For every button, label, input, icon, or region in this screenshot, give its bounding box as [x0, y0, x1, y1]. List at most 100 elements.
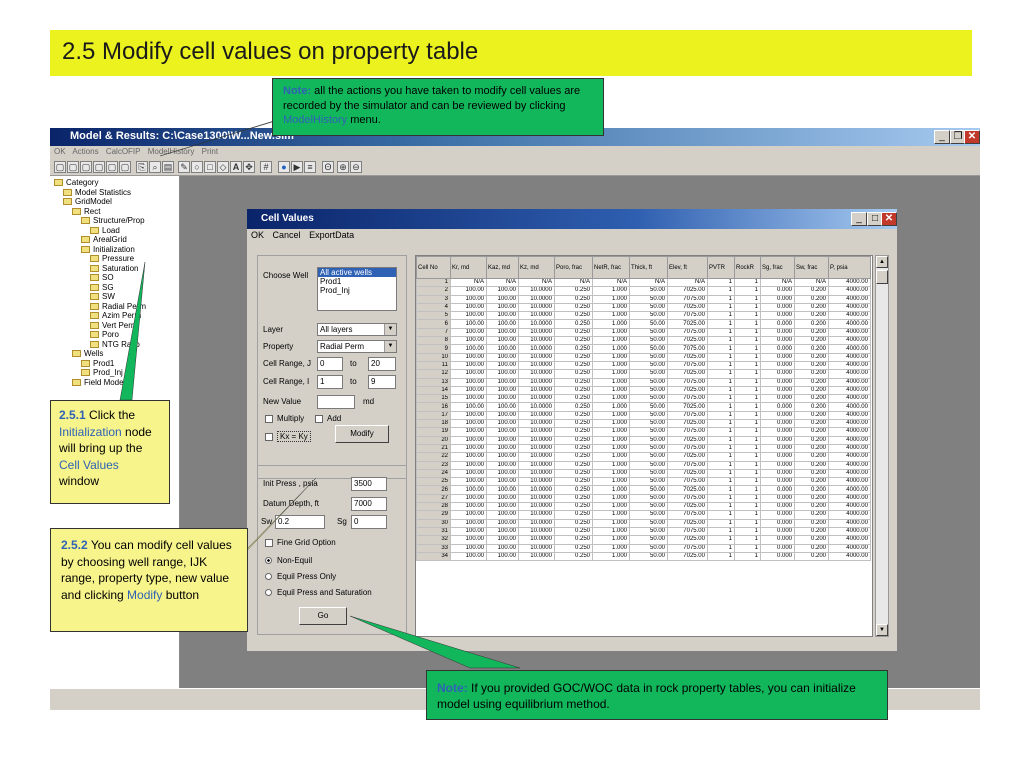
- grid-cell[interactable]: 4000.00: [828, 452, 871, 462]
- grid-column-header[interactable]: Kr, md: [450, 256, 487, 279]
- grid-cell[interactable]: 10.0000: [518, 477, 555, 487]
- grid-cell[interactable]: 50.00: [629, 286, 668, 296]
- grid-cell[interactable]: 7025.00: [667, 535, 708, 545]
- non-equil-radio[interactable]: [265, 557, 272, 564]
- grid-cell[interactable]: 0.250: [554, 352, 593, 362]
- grid-cell[interactable]: 0.200: [794, 327, 829, 338]
- grid-cell[interactable]: N/A: [486, 277, 519, 288]
- grid-cell[interactable]: 1.000: [592, 327, 630, 338]
- grid-cell[interactable]: 0.200: [794, 402, 829, 412]
- grid-cell[interactable]: N/A: [667, 277, 708, 288]
- grid-cell[interactable]: 1.000: [592, 501, 630, 512]
- grid-cell[interactable]: 0.000: [760, 302, 795, 313]
- range-j-to-input[interactable]: 20: [368, 357, 396, 371]
- grid-cell[interactable]: 4000.00: [828, 402, 871, 412]
- grid-cell[interactable]: 1.000: [592, 452, 630, 462]
- grid-cell[interactable]: 1.000: [592, 468, 630, 479]
- grid-row[interactable]: 27 100.00 100.00 10.0000 0.250 1.000 50.00 7075…: [416, 493, 871, 504]
- grid-cell[interactable]: 100.00: [486, 510, 519, 520]
- grid-cell[interactable]: 7025.00: [667, 468, 708, 479]
- grid-cell[interactable]: 0.000: [760, 360, 795, 371]
- grid-cell[interactable]: 0.250: [554, 344, 593, 354]
- range-i-from-input[interactable]: 1: [317, 375, 343, 389]
- grid-cell[interactable]: 100.00: [486, 294, 519, 304]
- grid-row[interactable]: 2 100.00 100.00 10.0000 0.250 1.000 50.00 7025.…: [416, 286, 871, 296]
- grid-cell[interactable]: 0.200: [794, 294, 829, 304]
- grid-cell[interactable]: 0.250: [554, 443, 593, 454]
- grid-cell[interactable]: 1: [734, 485, 761, 495]
- tree-node[interactable]: Prod1: [81, 359, 114, 368]
- grid-cell[interactable]: 1: [734, 443, 761, 454]
- grid-cell[interactable]: 1: [734, 344, 761, 354]
- grid-column-header[interactable]: P, psia: [828, 256, 871, 279]
- grid-cell[interactable]: 0.000: [760, 336, 795, 346]
- grid-cell[interactable]: 4000.00: [828, 336, 871, 346]
- grid-cell[interactable]: 1: [707, 452, 735, 462]
- grid-cell[interactable]: 1: [734, 402, 761, 412]
- grid-cell[interactable]: 4000.00: [828, 485, 871, 495]
- grid-cell[interactable]: 0.000: [760, 468, 795, 479]
- grid-cell[interactable]: 10.0000: [518, 402, 555, 412]
- grid-cell[interactable]: 100.00: [450, 452, 487, 462]
- grid-cell[interactable]: 7075.00: [667, 460, 708, 470]
- grid-cell[interactable]: 0.250: [554, 327, 593, 338]
- grid-row[interactable]: 23 100.00 100.00 10.0000 0.250 1.000 50.00 7075…: [416, 460, 871, 470]
- grid-cell[interactable]: 10.0000: [518, 344, 555, 354]
- grid-cell[interactable]: 1: [707, 360, 735, 371]
- grid-cell[interactable]: 0.250: [554, 286, 593, 296]
- grid-cell[interactable]: 4000.00: [828, 344, 871, 354]
- grid-cell[interactable]: 100.00: [450, 394, 487, 404]
- grid-cell[interactable]: 1: [734, 510, 761, 520]
- well-listbox[interactable]: All active wells Prod1 Prod_Inj: [317, 267, 397, 311]
- grid-cell[interactable]: 10.0000: [518, 526, 555, 537]
- grid-cell[interactable]: 10.0000: [518, 427, 555, 437]
- grid-cell[interactable]: 4000.00: [828, 302, 871, 313]
- toolbar-view6-icon[interactable]: ▢: [119, 161, 131, 173]
- toolbar-list-icon[interactable]: ≡: [304, 161, 316, 173]
- tree-node[interactable]: Model Statistics: [63, 188, 131, 197]
- grid-cell[interactable]: 0.000: [760, 435, 795, 445]
- toolbar-circle-icon[interactable]: ○: [191, 161, 203, 173]
- grid-cell[interactable]: 7: [416, 327, 451, 338]
- grid-cell[interactable]: 4000.00: [828, 311, 871, 321]
- grid-cell[interactable]: 10.0000: [518, 419, 555, 429]
- grid-cell[interactable]: 0.250: [554, 410, 593, 421]
- grid-column-header[interactable]: Kz, md: [518, 256, 555, 279]
- grid-cell[interactable]: 50.00: [629, 543, 668, 553]
- grid-cell[interactable]: 50.00: [629, 385, 668, 396]
- grid-cell[interactable]: 100.00: [486, 352, 519, 362]
- grid-cell[interactable]: 1: [707, 543, 735, 553]
- grid-cell[interactable]: 0.000: [760, 352, 795, 362]
- grid-cell[interactable]: 50.00: [629, 319, 668, 329]
- grid-cell[interactable]: 4000.00: [828, 327, 871, 338]
- property-select[interactable]: Radial Perm ▼: [317, 340, 397, 353]
- grid-cell[interactable]: 4000.00: [828, 510, 871, 520]
- grid-cell[interactable]: 3: [416, 294, 451, 304]
- init-press-input[interactable]: 3500: [351, 477, 387, 491]
- grid-cell[interactable]: 1: [734, 360, 761, 371]
- grid-cell[interactable]: 50.00: [629, 311, 668, 321]
- grid-cell[interactable]: 0.250: [554, 360, 593, 371]
- grid-cell[interactable]: 15: [416, 394, 451, 404]
- tree-node[interactable]: Poro: [90, 330, 119, 339]
- grid-row[interactable]: 22 100.00 100.00 10.0000 0.250 1.000 50.00 7025…: [416, 452, 871, 462]
- grid-cell[interactable]: 1: [734, 336, 761, 346]
- grid-cell[interactable]: 50.00: [629, 535, 668, 545]
- grid-row[interactable]: 34 100.00 100.00 10.0000 0.250 1.000 50.00 7025…: [416, 551, 871, 562]
- grid-cell[interactable]: 2: [416, 286, 451, 296]
- grid-cell[interactable]: 7075.00: [667, 443, 708, 454]
- grid-cell[interactable]: 30: [416, 518, 451, 528]
- grid-row[interactable]: 20 100.00 100.00 10.0000 0.250 1.000 50.00 7025…: [416, 435, 871, 445]
- grid-cell[interactable]: 1: [734, 535, 761, 545]
- grid-row[interactable]: 26 100.00 100.00 10.0000 0.250 1.000 50.00 7025…: [416, 485, 871, 495]
- grid-cell[interactable]: 4000.00: [828, 294, 871, 304]
- grid-cell[interactable]: 0.200: [794, 551, 829, 562]
- grid-cell[interactable]: 100.00: [486, 551, 519, 562]
- grid-cell[interactable]: 1.000: [592, 543, 630, 553]
- grid-cell[interactable]: 100.00: [450, 493, 487, 504]
- grid-cell[interactable]: 1: [734, 277, 761, 288]
- grid-cell[interactable]: 0.000: [760, 443, 795, 454]
- grid-cell[interactable]: 0.200: [794, 377, 829, 387]
- grid-cell[interactable]: 1.000: [592, 402, 630, 412]
- grid-cell[interactable]: 50.00: [629, 435, 668, 445]
